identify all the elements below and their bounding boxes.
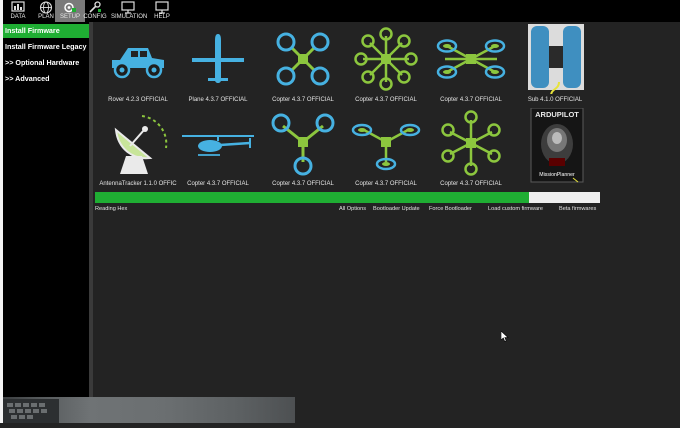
octo-copter-icon <box>354 27 418 91</box>
antenna-tracker-icon <box>114 115 168 174</box>
firmware-label: Rover 4.2.3 OFFICIAL <box>108 97 168 103</box>
sidebar: Install Firmware Install Firmware Legacy… <box>3 22 92 423</box>
tri-copter-icon <box>271 113 335 176</box>
hexa-copter-icon <box>436 39 506 79</box>
rover-icon <box>112 48 164 79</box>
sidebar-item-install-firmware[interactable]: Install Firmware <box>3 24 92 38</box>
logo-caption-text: MissionPlanner <box>539 172 575 178</box>
top-toolbar: DATA PLAN SETUP CONFIG SIMULATION HELP <box>3 0 680 22</box>
firmware-tile-ardupilot-logo[interactable]: ARDUPILOT MissionPlanner <box>511 108 599 192</box>
firmware-tile-rover[interactable]: Rover 4.2.3 OFFICIAL <box>94 24 182 108</box>
mouse-cursor-icon <box>501 331 509 342</box>
setup-icon <box>64 2 76 13</box>
firmware-label: Copter 4.3.7 OFFICIAL <box>355 97 417 103</box>
progress-fill <box>95 192 530 203</box>
ardupilot-missionplanner-logo: ARDUPILOT MissionPlanner <box>530 108 584 183</box>
y6-copter-icon <box>351 123 421 171</box>
firmware-label: Copter 4.3.7 OFFICIAL <box>187 181 249 187</box>
toolbar-button-data[interactable]: DATA <box>3 0 33 22</box>
firmware-label: Copter 4.3.7 OFFICIAL <box>272 181 334 187</box>
force-bootloader-link[interactable]: Force Bootloader <box>429 206 472 212</box>
firmware-tile-tri-copter[interactable]: Copter 4.3.7 OFFICIAL <box>259 108 347 192</box>
firmware-tile-octo-copter[interactable]: Copter 4.3.7 OFFICIAL <box>342 24 430 108</box>
data-icon <box>11 1 25 12</box>
firmware-tile-helicopter[interactable]: Copter 4.3.7 OFFICIAL <box>174 108 262 192</box>
firmware-label: Copter 4.3.7 OFFICIAL <box>272 97 334 103</box>
toolbar-button-config[interactable]: CONFIG <box>80 0 110 22</box>
simulation-icon <box>121 1 135 14</box>
status-text: Reading Hex <box>95 206 128 212</box>
toolbar-button-help[interactable]: HELP <box>147 0 177 22</box>
sidebar-item-install-firmware-legacy[interactable]: Install Firmware Legacy <box>3 40 92 54</box>
install-firmware-panel: Rover 4.2.3 OFFICIAL Plane 4.3.7 OFFICIA… <box>93 22 680 423</box>
firmware-tile-sub[interactable]: Sub 4.1.0 OFFICIAL <box>511 24 599 108</box>
firmware-label: Copter 4.3.7 OFFICIAL <box>440 181 502 187</box>
quad-copter-icon <box>276 32 330 86</box>
video-overlay-thumbnail <box>3 397 295 423</box>
toolbar-label: SIMULATION <box>111 14 148 20</box>
firmware-tile-quad-copter[interactable]: Copter 4.3.7 OFFICIAL <box>259 24 347 108</box>
sidebar-item-optional-hardware[interactable]: >> Optional Hardware <box>3 56 92 70</box>
firmware-label: Copter 4.3.7 OFFICIAL <box>355 181 417 187</box>
load-custom-firmware-link[interactable]: Load custom firmware <box>488 206 543 212</box>
keyboard-photo-icon <box>3 399 59 423</box>
helicopter-icon <box>182 135 254 156</box>
all-options-link[interactable]: All Options <box>339 206 366 212</box>
firmware-tile-hexa-copter[interactable]: Copter 4.3.7 OFFICIAL <box>427 24 515 108</box>
firmware-tile-y6-copter[interactable]: Copter 4.3.7 OFFICIAL <box>342 108 430 192</box>
toolbar-label: CONFIG <box>83 14 107 20</box>
bootloader-update-link[interactable]: Bootloader Update <box>373 206 420 212</box>
octa-copter-icon <box>441 110 501 176</box>
toolbar-label: HELP <box>154 14 170 20</box>
firmware-label: Plane 4.3.7 OFFICIAL <box>188 97 248 103</box>
toolbar-button-simulation[interactable]: SIMULATION <box>111 0 148 22</box>
sub-icon <box>528 24 584 94</box>
firmware-label: Copter 4.3.7 OFFICIAL <box>440 97 502 103</box>
sidebar-item-advanced[interactable]: >> Advanced <box>3 72 92 86</box>
config-icon <box>89 1 101 13</box>
toolbar-label: DATA <box>10 14 26 20</box>
logo-brand-text: ARDUPILOT <box>535 110 579 119</box>
firmware-tile-octa-copter[interactable]: Copter 4.3.7 OFFICIAL <box>427 108 515 192</box>
firmware-label: AntennaTracker 1.1.0 OFFIC <box>99 181 177 187</box>
firmware-progress-bar <box>95 192 600 203</box>
plan-globe-icon <box>39 1 53 14</box>
firmware-tile-antenna-tracker[interactable]: AntennaTracker 1.1.0 OFFIC <box>94 108 182 192</box>
firmware-tile-plane[interactable]: Plane 4.3.7 OFFICIAL <box>174 24 262 108</box>
plane-icon <box>192 34 244 83</box>
help-icon <box>155 1 169 14</box>
firmware-label: Sub 4.1.0 OFFICIAL <box>527 97 583 103</box>
beta-firmwares-link[interactable]: Beta firmwares <box>559 206 596 212</box>
